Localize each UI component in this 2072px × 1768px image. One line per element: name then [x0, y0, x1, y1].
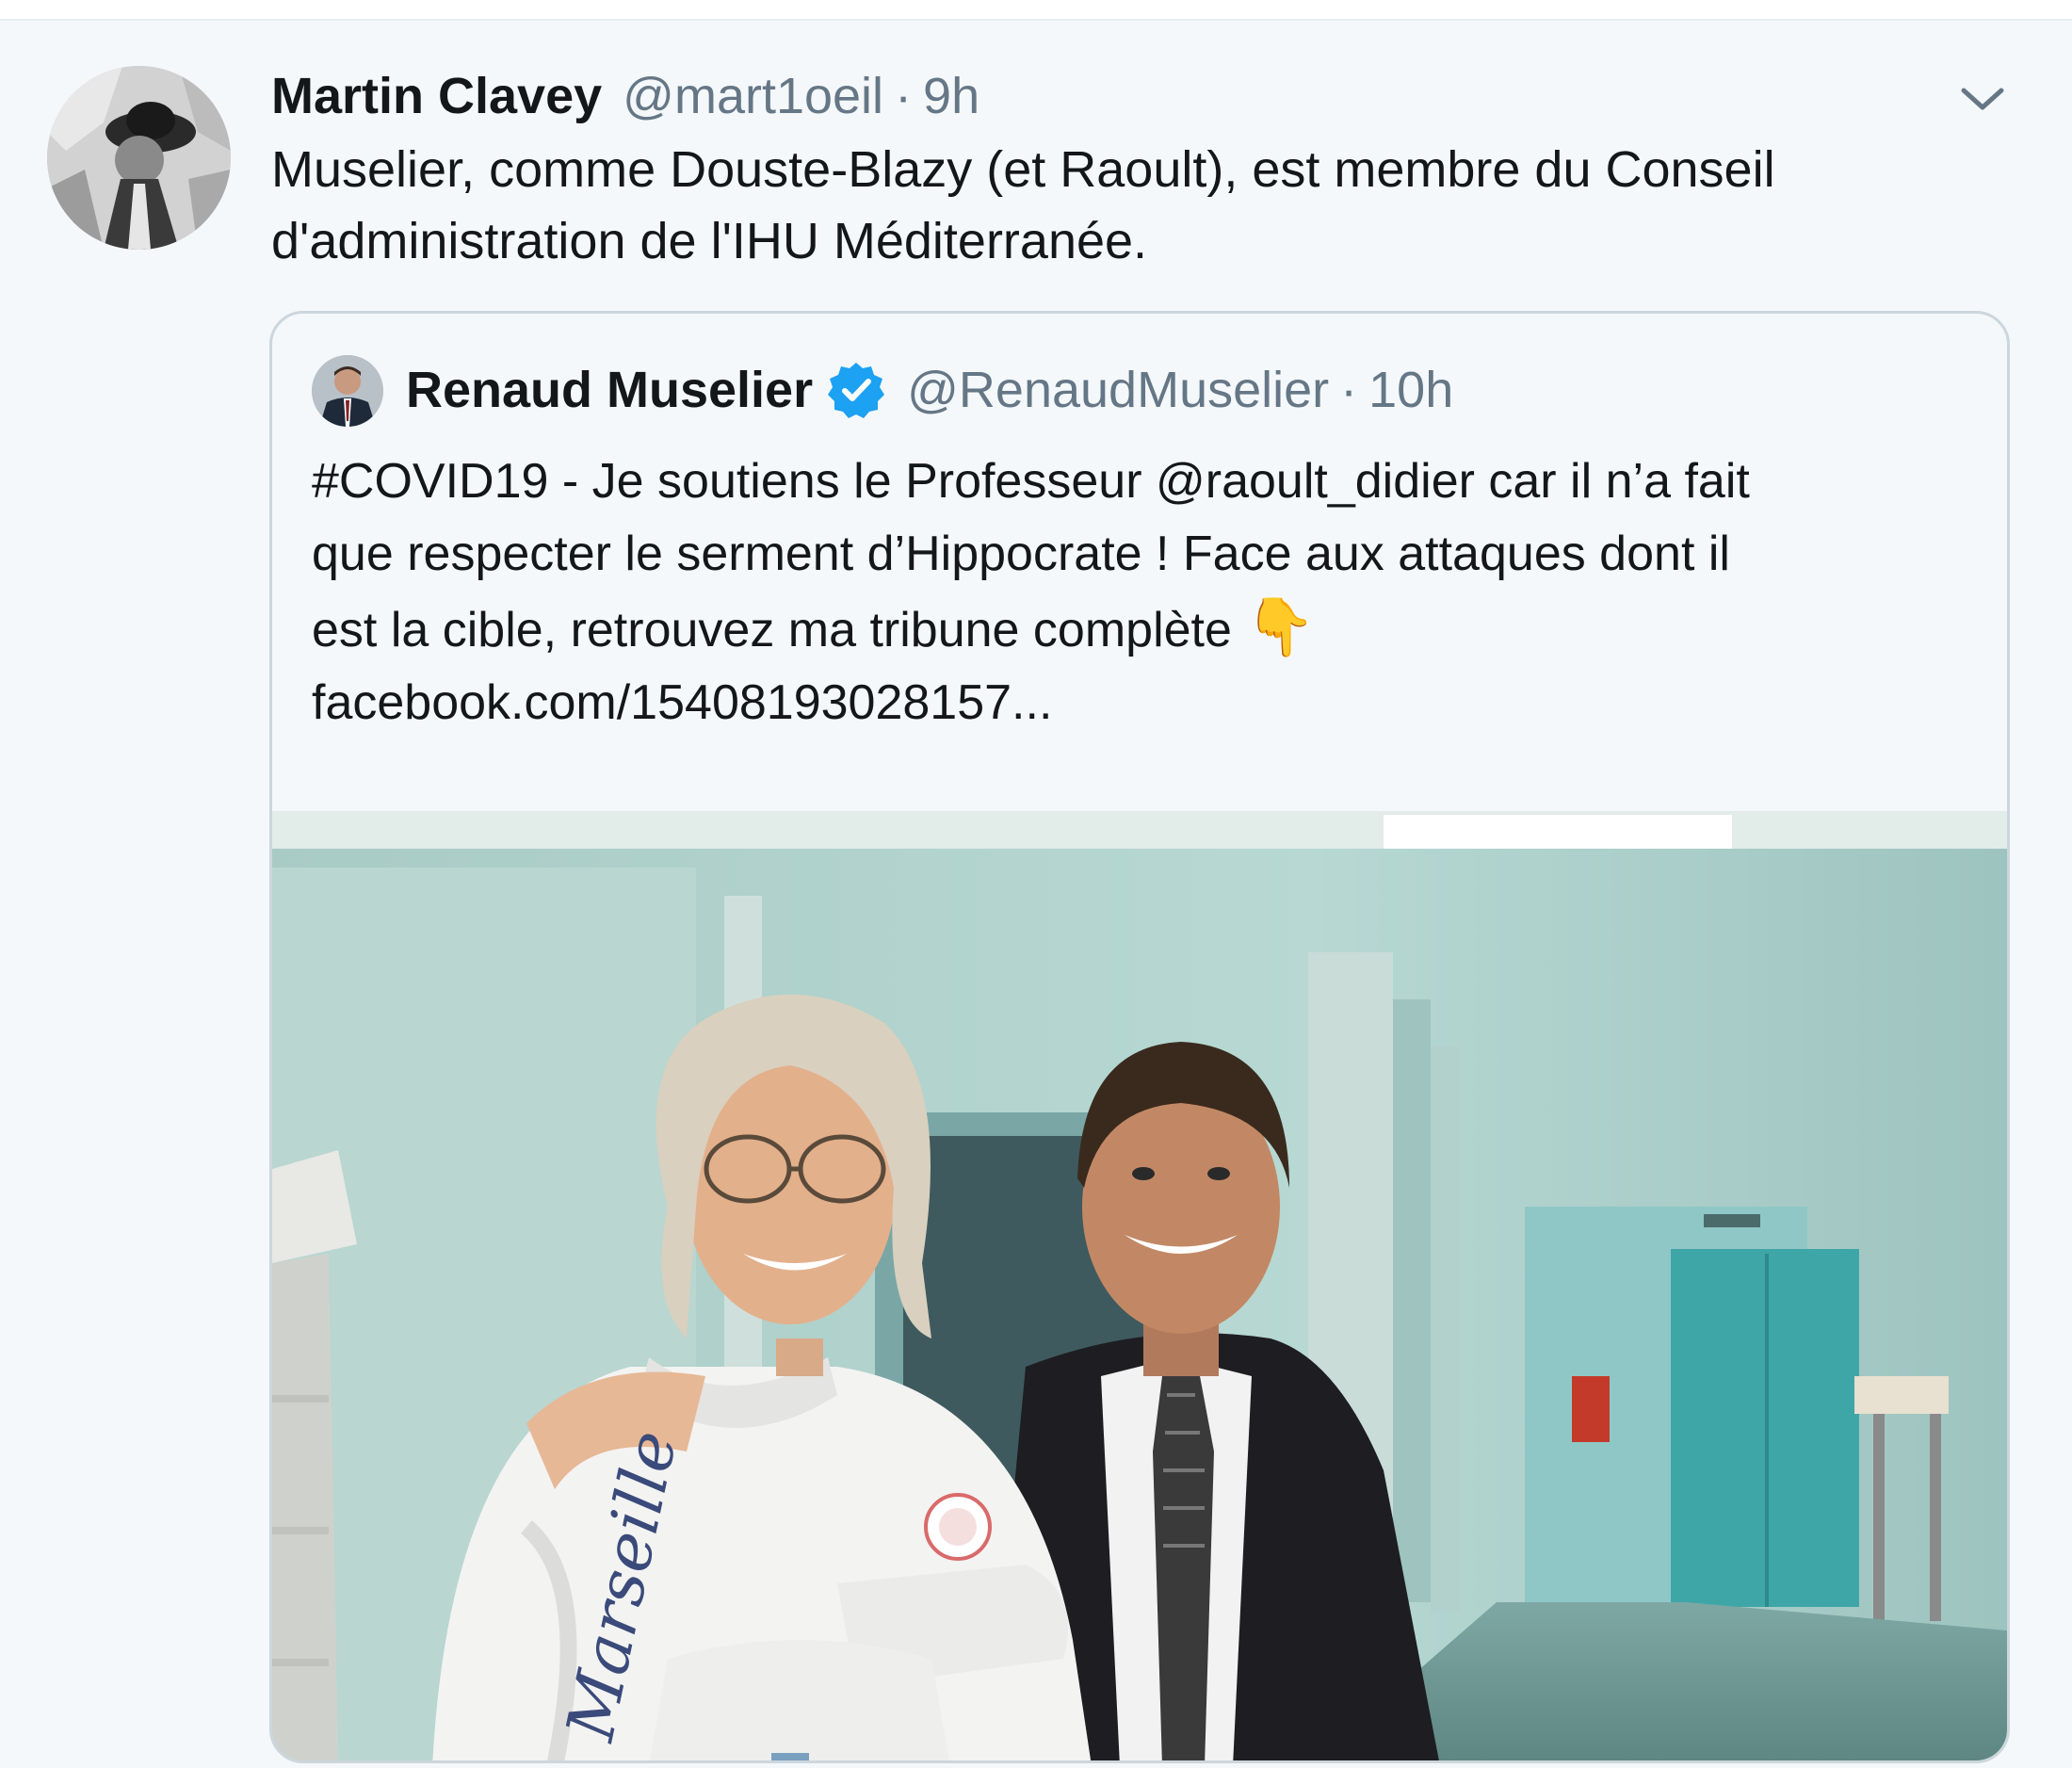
timeline-top-edge [0, 0, 2072, 21]
verified-badge-icon [828, 363, 885, 418]
quoted-text-line: est la cible, retrouvez ma tribune compl… [312, 603, 1232, 657]
pointing-down-emoji-icon: 👇 [1245, 595, 1317, 658]
author-handle[interactable]: @mart1oeil [623, 67, 883, 125]
tweet[interactable]: Martin Clavey @mart1oeil · 9h Muselier, … [0, 21, 2072, 1768]
tweet-text-line: d'administration de l'IHU Méditerranée. [271, 213, 1148, 269]
quoted-tweet-photo[interactable]: Marseille [272, 811, 2007, 1760]
quoted-author-name[interactable]: Renaud Muselier [406, 361, 813, 419]
quoted-tweet[interactable]: Renaud Muselier @RenaudMuselier · 10h #C… [269, 311, 2010, 1763]
tweet-text-line: Muselier, comme Douste-Blazy (et Raoult)… [271, 141, 1775, 198]
tweet-timestamp[interactable]: 9h [923, 67, 979, 125]
tweet-header: Martin Clavey @mart1oeil · 9h [271, 58, 979, 134]
quoted-link-text[interactable]: facebook.com/15408193028157... [312, 667, 1988, 739]
quoted-text-line: #COVID19 - Je soutiens le Professeur @ra… [312, 454, 1750, 509]
author-avatar[interactable] [47, 66, 231, 250]
tweet-text: Muselier, comme Douste-Blazy (et Raoult)… [271, 134, 2014, 277]
quoted-header-separator: · [1340, 362, 1358, 418]
quoted-tweet-timestamp[interactable]: 10h [1368, 361, 1453, 419]
quoted-author-avatar[interactable] [312, 355, 383, 427]
quoted-text-line: que respecter le serment d’Hippocrate ! … [312, 527, 1730, 581]
quoted-tweet-text: #COVID19 - Je soutiens le Professeur @ra… [312, 446, 1988, 739]
quoted-tweet-header: Renaud Muselier @RenaudMuselier · 10h [406, 348, 1453, 432]
chevron-down-icon[interactable] [1954, 79, 2011, 121]
header-separator: · [895, 68, 913, 124]
author-name[interactable]: Martin Clavey [271, 67, 602, 125]
quoted-text-line-with-emoji: est la cible, retrouvez ma tribune compl… [312, 591, 1988, 667]
quoted-author-handle[interactable]: @RenaudMuselier [907, 361, 1329, 419]
